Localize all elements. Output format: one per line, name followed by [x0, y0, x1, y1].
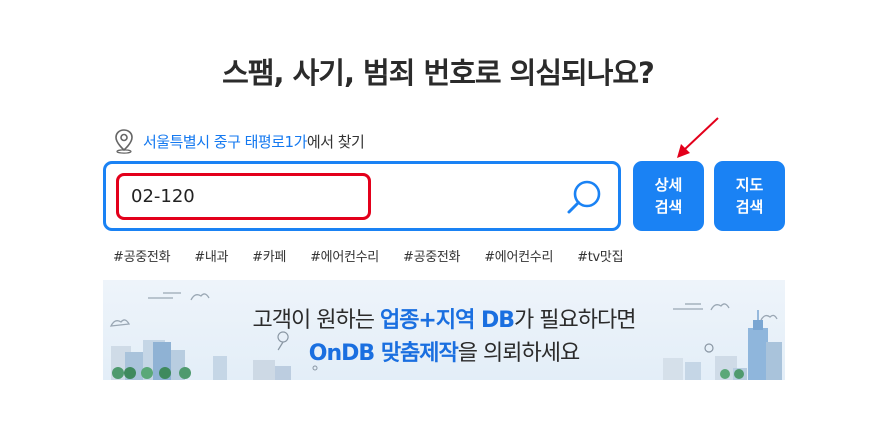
tag-link[interactable]: #에어컨수리 [310, 246, 379, 265]
location-suffix: 에서 찾기 [306, 132, 365, 151]
popular-tags: #공중전화 #내과 #카페 #에어컨수리 #공중전화 #에어컨수리 #tv맛집 [113, 246, 647, 265]
tag-link[interactable]: #공중전화 [403, 246, 461, 265]
banner-l2-suffix: 을 의뢰하세요 [457, 341, 580, 366]
search-input[interactable] [116, 173, 371, 220]
magnifier-icon[interactable] [566, 178, 604, 216]
map-search-label-2: 검색 [735, 198, 764, 216]
banner-l1-prefix: 고객이 원하는 [252, 308, 380, 333]
tag-link[interactable]: #tv맛집 [577, 246, 623, 265]
map-search-label-1: 지도 [735, 176, 764, 194]
tag-link[interactable]: #공중전화 [113, 246, 171, 265]
banner-line-2: OnDB 맞춤제작을 의뢰하세요 [103, 335, 785, 367]
location-selector[interactable]: 서울특별시 중구 태평로1가 에서 찾기 [112, 128, 365, 154]
map-pin-icon [115, 129, 133, 154]
red-arrow-icon [677, 117, 719, 158]
detail-search-label-2: 검색 [654, 198, 683, 216]
map-search-button[interactable]: 지도 검색 [714, 161, 785, 231]
detail-search-label-1: 상세 [654, 176, 683, 194]
banner-l1-highlight: 업종+지역 DB [379, 308, 515, 333]
search-box [103, 161, 621, 231]
page-headline: 스팸, 사기, 범죄 번호로 의심되나요? [222, 56, 655, 90]
ondb-banner[interactable]: 고객이 원하는 업종+지역 DB가 필요하다면 OnDB 맞춤제작을 의뢰하세요 [103, 280, 785, 380]
tag-link[interactable]: #내과 [194, 246, 228, 265]
banner-l2-highlight: OnDB 맞춤제작 [308, 341, 459, 366]
location-place[interactable]: 서울특별시 중구 태평로1가 [143, 131, 307, 152]
detail-search-button[interactable]: 상세 검색 [633, 161, 704, 231]
banner-line-1: 고객이 원하는 업종+지역 DB가 필요하다면 [103, 302, 785, 334]
tag-link[interactable]: #카페 [252, 246, 286, 265]
banner-l1-suffix: 가 필요하다면 [514, 308, 636, 333]
tag-link[interactable]: #에어컨수리 [484, 246, 553, 265]
